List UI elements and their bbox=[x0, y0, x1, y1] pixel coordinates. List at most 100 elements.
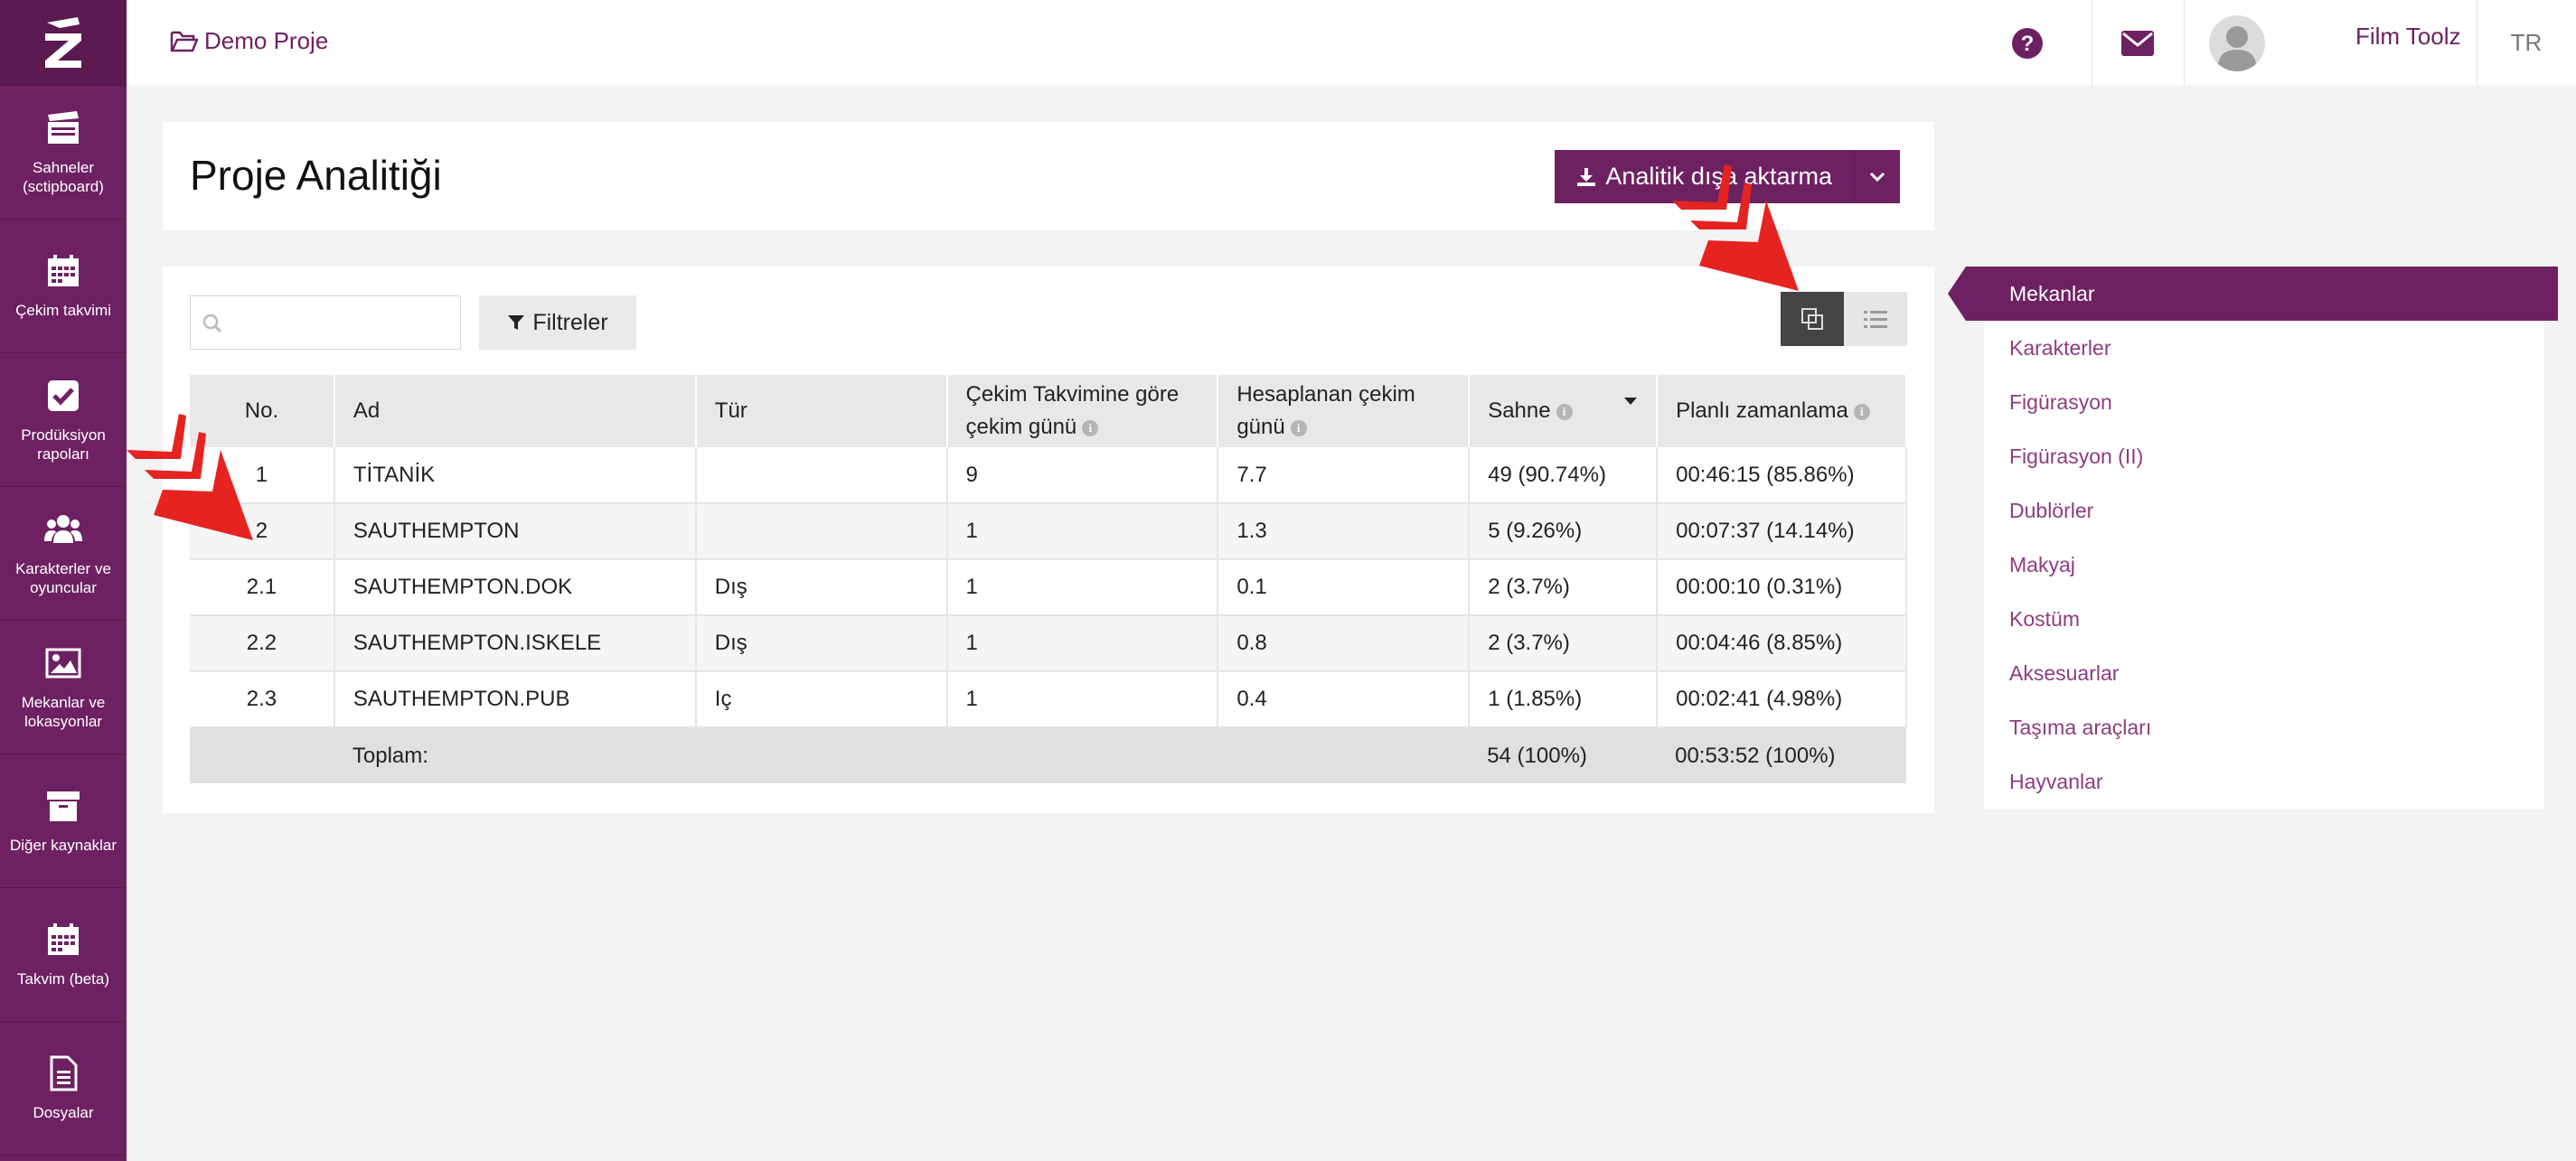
cell-scenes: 2 (3.7%) bbox=[1469, 615, 1659, 672]
info-icon[interactable]: i bbox=[1853, 403, 1870, 420]
nav-label: Mekanlar ve lokasyonlar bbox=[21, 693, 106, 730]
cell-type bbox=[695, 503, 948, 560]
column-header[interactable]: Sahne i bbox=[1469, 375, 1659, 447]
nav-calendar-beta[interactable]: Takvim (beta) bbox=[0, 888, 127, 1022]
total-label: Toplam: bbox=[334, 727, 696, 783]
column-header[interactable]: Tür bbox=[695, 375, 948, 447]
cell-no: 2.1 bbox=[190, 559, 335, 616]
column-header[interactable]: Hesaplanan çekim günü i bbox=[1217, 375, 1471, 447]
user-name: Film Toolz bbox=[2355, 23, 2461, 50]
calendar-icon bbox=[48, 255, 79, 286]
cell-name: TİTANİK bbox=[334, 447, 697, 504]
archive-icon bbox=[47, 791, 80, 821]
help-icon: ? bbox=[2012, 27, 2043, 59]
language-label: TR bbox=[2510, 29, 2543, 56]
cell-name: SAUTHEMPTON.DOK bbox=[334, 559, 697, 616]
menu-item[interactable]: Aksesuarlar bbox=[1984, 646, 2544, 700]
nav-other-resources[interactable]: Diğer kaynaklar bbox=[0, 754, 127, 888]
language-switcher[interactable]: TR bbox=[2477, 0, 2576, 86]
menu-item[interactable]: Karakterler bbox=[1984, 321, 2544, 375]
page-header: Proje Analitiği Analitik dışa aktarma bbox=[163, 122, 1934, 230]
nav-scenes[interactable]: Sahneler (sctipboard) bbox=[0, 86, 127, 220]
info-icon[interactable]: i bbox=[1556, 403, 1573, 420]
cell-scenes: 49 (90.74%) bbox=[1469, 447, 1659, 504]
analytics-table-card: Filtreler No. Ad Tür Çekim Takvimine gör… bbox=[163, 267, 1934, 813]
image-icon bbox=[45, 648, 81, 678]
nav-production-reports[interactable]: Prodüksiyon rapoları bbox=[0, 353, 127, 487]
top-bar: Demo Proje ? Film Toolz TR bbox=[127, 0, 2576, 86]
nav-files[interactable]: Dosyalar bbox=[0, 1022, 127, 1156]
chevron-down-icon bbox=[1869, 172, 1885, 182]
table-row[interactable]: 1 TİTANİK 9 7.7 49 (90.74%) 00:46:15 (85… bbox=[190, 447, 1907, 504]
table-row[interactable]: 2 SAUTHEMPTON 1 1.3 5 (9.26%) 00:07:37 (… bbox=[190, 503, 1907, 560]
project-name: Demo Proje bbox=[204, 27, 329, 54]
svg-text:?: ? bbox=[2021, 32, 2035, 56]
logo-icon bbox=[45, 17, 81, 68]
clone-icon bbox=[1801, 308, 1823, 330]
help-button[interactable]: ? bbox=[2000, 0, 2054, 86]
cell-no: 2.2 bbox=[190, 615, 335, 672]
menu-item[interactable]: Dublörler bbox=[1984, 483, 2544, 538]
column-header[interactable]: Ad bbox=[334, 375, 697, 447]
table-row[interactable]: 2.2 SAUTHEMPTON.ISKELE Dış 1 0.8 2 (3.7%… bbox=[190, 615, 1907, 672]
column-header[interactable]: Planlı zamanlama i bbox=[1657, 375, 1907, 447]
envelope-icon bbox=[2121, 30, 2154, 56]
menu-item[interactable]: Taşıma araçları bbox=[1984, 700, 2544, 754]
download-icon bbox=[1577, 167, 1596, 186]
table-row[interactable]: 2.3 SAUTHEMPTON.PUB Iç 1 0.4 1 (1.85%) 0… bbox=[190, 671, 1907, 728]
analytics-table: No. Ad Tür Çekim Takvimine göre çekim gü… bbox=[190, 375, 1907, 783]
grouped-view-button[interactable] bbox=[1781, 292, 1844, 346]
sidebar: Sahneler (sctipboard) Çekim takvimi Prod… bbox=[0, 0, 127, 1161]
nav-label: Diğer kaynaklar bbox=[9, 837, 118, 854]
nav-label: Sahneler (sctipboard) bbox=[23, 158, 104, 195]
avatar bbox=[2209, 14, 2265, 71]
menu-item[interactable]: Makyaj bbox=[1984, 538, 2544, 592]
cell-calculated-days: 0.4 bbox=[1217, 671, 1471, 728]
nav-characters[interactable]: Karakterler ve oyuncular bbox=[0, 487, 127, 621]
sort-desc-icon bbox=[1624, 398, 1638, 405]
cell-scenes: 1 (1.85%) bbox=[1469, 671, 1659, 728]
app-logo[interactable] bbox=[0, 0, 127, 86]
analytics-category-menu: Karakterler Figürasyon Figürasyon (II) D… bbox=[1984, 267, 2544, 809]
total-scenes: 54 (100%) bbox=[1469, 727, 1658, 783]
cell-name: SAUTHEMPTON.PUB bbox=[334, 671, 697, 728]
list-view-button[interactable] bbox=[1844, 292, 1907, 346]
filters-button[interactable]: Filtreler bbox=[479, 295, 636, 350]
search-input[interactable] bbox=[231, 304, 448, 342]
search-icon bbox=[202, 314, 222, 333]
nav-locations[interactable]: Mekanlar ve lokasyonlar bbox=[0, 621, 127, 754]
info-icon[interactable]: i bbox=[1082, 419, 1099, 436]
nav-shooting-schedule[interactable]: Çekim takvimi bbox=[0, 220, 127, 353]
messages-button[interactable] bbox=[2092, 0, 2184, 86]
column-header[interactable]: Çekim Takvimine göre çekim günü i bbox=[946, 375, 1219, 447]
project-breadcrumb[interactable]: Demo Proje bbox=[170, 27, 328, 55]
cell-type bbox=[695, 447, 948, 504]
cell-calculated-days: 1.3 bbox=[1217, 503, 1471, 560]
cell-scenes: 5 (9.26%) bbox=[1469, 503, 1659, 560]
cell-type: Dış bbox=[695, 615, 948, 672]
cell-type: Dış bbox=[695, 559, 948, 616]
export-dropdown-toggle[interactable] bbox=[1855, 150, 1900, 203]
cell-empty bbox=[946, 727, 1218, 783]
menu-item[interactable]: Figürasyon bbox=[1984, 375, 2544, 429]
filters-label: Filtreler bbox=[532, 309, 608, 335]
nav-label: Karakterler ve oyuncular bbox=[15, 559, 111, 596]
info-icon[interactable]: i bbox=[1290, 419, 1307, 436]
column-header-label: Hesaplanan çekim günü bbox=[1236, 382, 1415, 439]
cell-scheduled-days: 1 bbox=[946, 503, 1219, 560]
cell-scheduled-days: 9 bbox=[946, 447, 1219, 504]
table-row[interactable]: 2.1 SAUTHEMPTON.DOK Dış 1 0.1 2 (3.7%) 0… bbox=[190, 559, 1907, 616]
search-box[interactable] bbox=[190, 295, 461, 350]
menu-item[interactable]: Kostüm bbox=[1984, 592, 2544, 646]
cell-planned-time: 00:07:37 (14.14%) bbox=[1657, 503, 1907, 560]
column-header-label: Planlı zamanlama bbox=[1676, 398, 1848, 423]
nav-label: Prodüksiyon rapoları bbox=[21, 426, 106, 463]
menu-item[interactable]: Figürasyon (II) bbox=[1984, 429, 2544, 483]
view-toggle bbox=[1781, 292, 1907, 346]
menu-item-active[interactable]: Mekanlar bbox=[1948, 267, 2558, 321]
cell-scheduled-days: 1 bbox=[946, 671, 1219, 728]
cell-planned-time: 00:04:46 (8.85%) bbox=[1657, 615, 1907, 672]
menu-item-active-label: Mekanlar bbox=[2009, 282, 2095, 305]
divider bbox=[2184, 0, 2185, 86]
menu-item[interactable]: Hayvanlar bbox=[1984, 754, 2544, 809]
